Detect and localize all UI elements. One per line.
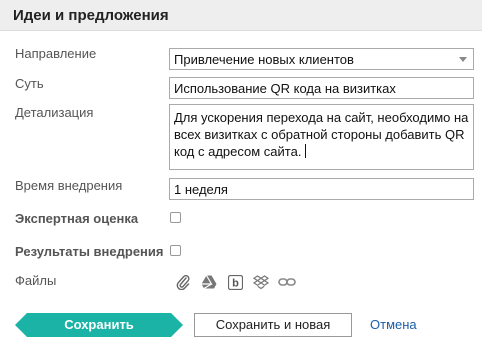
box-icon[interactable]: b — [225, 273, 245, 291]
file-source-icons: b — [173, 273, 297, 291]
text-caret — [305, 144, 307, 158]
dialog-title: Идеи и предложения — [13, 7, 169, 24]
time-input[interactable]: 1 неделя — [169, 178, 474, 200]
paperclip-icon[interactable] — [173, 273, 193, 291]
save-and-new-button[interactable]: Сохранить и новая — [194, 313, 352, 337]
google-drive-icon[interactable] — [199, 273, 219, 291]
expert-checkbox[interactable] — [170, 212, 181, 223]
dropbox-icon[interactable] — [251, 273, 271, 291]
direction-select[interactable]: Привлечение новых клиентов — [169, 48, 474, 70]
files-label: Файлы — [15, 273, 57, 288]
details-label: Детализация — [15, 105, 94, 120]
essence-input-value: Использование QR кода на визитках — [174, 81, 396, 96]
chevron-down-icon — [459, 57, 467, 62]
essence-input[interactable]: Использование QR кода на визитках — [169, 77, 474, 99]
cancel-link[interactable]: Отмена — [370, 317, 417, 332]
time-input-value: 1 неделя — [174, 182, 228, 197]
results-checkbox[interactable] — [170, 245, 181, 256]
direction-label: Направление — [15, 46, 97, 61]
essence-label: Суть — [15, 76, 44, 91]
svg-text:b: b — [232, 277, 239, 289]
save-button[interactable]: Сохранить — [15, 313, 183, 337]
details-line: всех визитках с обратной стороны добавит… — [174, 127, 465, 142]
details-textarea[interactable]: Для ускорения перехода на сайт, необходи… — [169, 104, 474, 170]
link-icon[interactable] — [277, 273, 297, 291]
save-button-label: Сохранить — [64, 317, 134, 332]
dialog-header: Идеи и предложения — [0, 0, 482, 31]
expert-label: Экспертная оценка — [15, 211, 139, 226]
time-label: Время внедрения — [15, 178, 123, 193]
results-label: Результаты внедрения — [15, 244, 164, 259]
details-line: Для ускорения перехода на сайт, необходи… — [174, 110, 469, 125]
details-line: код с адресом сайта. — [174, 143, 469, 160]
direction-select-value: Привлечение новых клиентов — [174, 52, 354, 67]
